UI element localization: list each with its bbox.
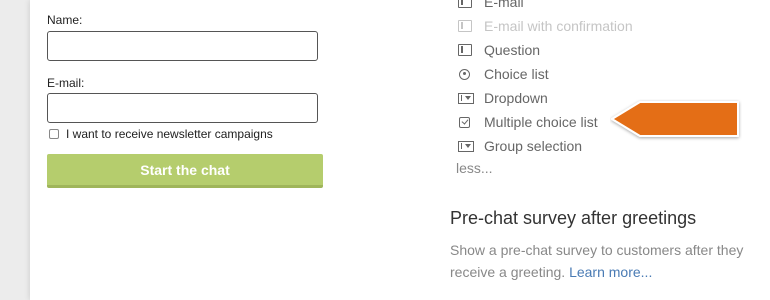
newsletter-option[interactable]: I want to receive newsletter campaigns [49,127,273,141]
name-input[interactable] [47,31,318,61]
field-type-email-confirmation[interactable]: E-mail with confirmation [458,14,633,38]
field-type-label: E-mail [484,0,524,10]
field-type-label: Multiple choice list [484,114,598,130]
field-type-question[interactable]: Question [458,38,633,62]
text-input-icon [458,20,472,32]
radio-icon [459,68,470,80]
field-type-label: Group selection [484,138,583,154]
learn-more-link[interactable]: Learn more... [569,264,652,280]
email-label: E-mail: [47,76,85,90]
field-type-multiple-choice-list[interactable]: Multiple choice list [458,110,633,134]
checkbox-icon [459,116,470,128]
start-chat-button[interactable]: Start the chat [47,154,323,188]
newsletter-checkbox[interactable] [49,129,59,139]
field-type-dropdown[interactable]: Dropdown [458,86,633,110]
field-type-email[interactable]: E-mail [458,0,633,14]
dropdown-icon [458,140,474,152]
name-label: Name: [47,13,83,27]
email-input[interactable] [47,93,318,123]
text-input-icon [458,0,472,8]
settings-panel: E-mail E-mail with confirmation Question… [400,0,770,300]
field-type-label: E-mail with confirmation [484,18,633,34]
field-type-choice-list[interactable]: Choice list [458,62,633,86]
callout-arrow-icon [611,101,739,137]
field-type-label: Choice list [484,66,549,82]
field-type-label: Question [484,42,541,58]
dropdown-icon [458,92,474,104]
text-input-icon [458,44,472,56]
section-description: Show a pre-chat survey to customers afte… [450,239,750,283]
field-type-label: Dropdown [484,90,548,106]
field-type-group-selection[interactable]: Group selection [458,134,633,158]
section-title: Pre-chat survey after greetings [450,208,697,228]
less-link[interactable]: less... [456,160,633,176]
field-type-list: E-mail E-mail with confirmation Question… [456,0,633,176]
newsletter-label: I want to receive newsletter campaigns [66,127,273,141]
